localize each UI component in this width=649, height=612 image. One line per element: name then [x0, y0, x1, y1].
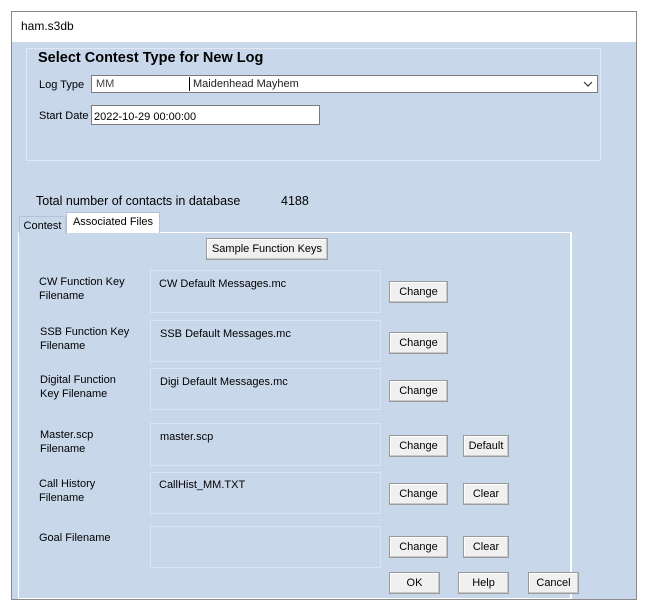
cancel-button[interactable]: Cancel	[528, 572, 579, 594]
chevron-down-icon[interactable]	[580, 77, 596, 91]
panel-border	[570, 232, 572, 599]
goal-clear-button[interactable]: Clear	[463, 536, 509, 558]
log-type-label: Log Type	[39, 79, 85, 91]
tab-associated-files[interactable]: Associated Files	[66, 212, 160, 233]
callhist-file-value: CallHist_MM.TXT	[159, 479, 246, 491]
cw-file-label-line2: Filename	[39, 290, 85, 302]
total-contacts-label: Total number of contacts in database	[36, 194, 241, 208]
ok-button[interactable]: OK	[389, 572, 440, 594]
cw-file-value: CW Default Messages.mc	[159, 278, 287, 290]
ssb-change-button[interactable]: Change	[389, 332, 448, 354]
master-file-value: master.scp	[160, 431, 214, 443]
start-date-input[interactable]	[91, 105, 320, 125]
combo-column-separator	[189, 77, 190, 91]
total-contacts-value: 4188	[281, 194, 309, 208]
callhist-change-button[interactable]: Change	[389, 483, 448, 505]
log-type-name: Maidenhead Mayhem	[193, 78, 299, 90]
start-date-label: Start Date	[39, 110, 89, 122]
log-type-code: MM	[96, 78, 115, 90]
digital-file-label-line1: Digital Function	[40, 374, 116, 386]
ssb-file-label-line2: Filename	[40, 340, 86, 352]
cw-file-label-line1: CW Function Key	[39, 276, 125, 288]
master-change-button[interactable]: Change	[389, 435, 448, 457]
ssb-file-label-line1: SSB Function Key	[40, 326, 130, 338]
master-file-label-line2: Filename	[40, 443, 86, 455]
window-title: ham.s3db	[21, 19, 74, 33]
callhist-file-label-line1: Call History	[39, 478, 96, 490]
dialog-window: ham.s3db Select Contest Type for New Log…	[0, 0, 649, 612]
tab-contest[interactable]: Contest	[19, 216, 66, 234]
ssb-file-field[interactable]	[150, 320, 381, 362]
sample-function-keys-button[interactable]: Sample Function Keys	[206, 238, 328, 260]
digital-file-value: Digi Default Messages.mc	[160, 376, 288, 388]
callhist-clear-button[interactable]: Clear	[463, 483, 509, 505]
goal-file-label-line1: Goal Filename	[39, 532, 111, 544]
cw-file-field[interactable]	[150, 270, 381, 313]
help-button[interactable]: Help	[458, 572, 509, 594]
master-file-label-line1: Master.scp	[40, 429, 94, 441]
title-bar[interactable]	[12, 12, 636, 42]
goal-file-field[interactable]	[150, 526, 381, 568]
digital-file-field[interactable]	[150, 368, 381, 410]
cw-change-button[interactable]: Change	[389, 281, 448, 303]
goal-change-button[interactable]: Change	[389, 536, 448, 558]
dialog-heading: Select Contest Type for New Log	[38, 50, 264, 66]
master-default-button[interactable]: Default	[463, 435, 509, 457]
callhist-file-label-line2: Filename	[39, 492, 85, 504]
log-type-combobox[interactable]	[91, 75, 598, 93]
master-file-field[interactable]	[150, 423, 381, 466]
digital-change-button[interactable]: Change	[389, 380, 448, 402]
ssb-file-value: SSB Default Messages.mc	[160, 328, 291, 340]
digital-file-label-line2: Key Filename	[40, 388, 108, 400]
